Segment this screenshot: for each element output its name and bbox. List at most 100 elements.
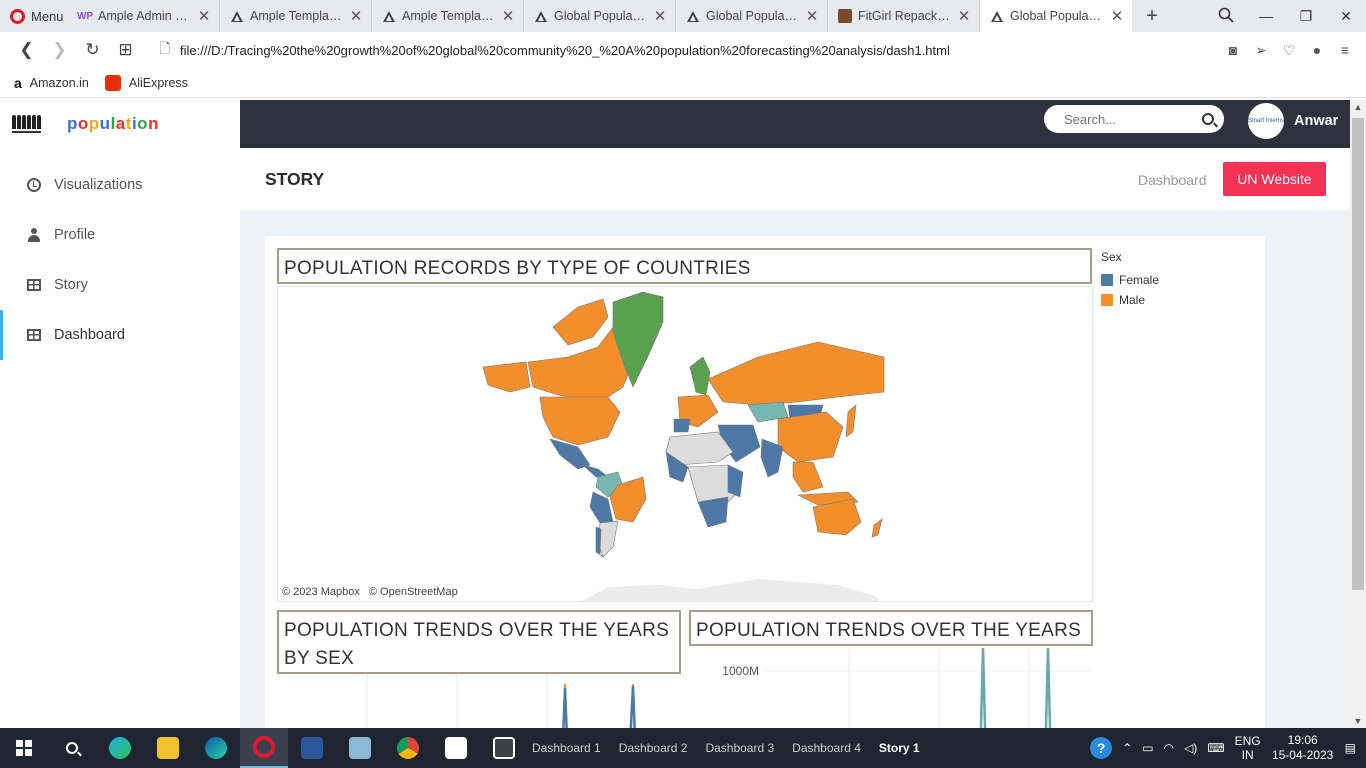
chrome-icon — [397, 737, 419, 759]
table-icon — [26, 329, 42, 341]
forward-icon[interactable]: ❯ — [43, 40, 76, 60]
send-icon[interactable]: ➢ — [1248, 42, 1274, 59]
browser-tab-active[interactable]: Global Population ✕ — [980, 0, 1132, 32]
legend-title: Sex — [1101, 250, 1122, 264]
user-menu[interactable]: Smart Interns Anwar — [1248, 103, 1338, 139]
taskbar-chrome[interactable] — [384, 728, 432, 768]
browser-tab[interactable]: FitGirl Repacks - The ✕ — [828, 0, 980, 32]
map-attribution[interactable]: © 2023 Mapbox © OpenStreetMap — [282, 586, 464, 598]
heart-icon[interactable]: ♡ — [1276, 42, 1302, 59]
page-title: STORY — [265, 169, 325, 189]
back-icon[interactable]: ❮ — [10, 40, 43, 60]
brand[interactable]: population — [0, 100, 240, 148]
close-icon[interactable]: ✕ — [197, 7, 211, 25]
world-map[interactable]: © 2023 Mapbox © OpenStreetMap — [277, 286, 1093, 602]
sidebar-item-label: Visualizations — [54, 177, 143, 193]
opera-menu-button[interactable]: Menu — [0, 0, 68, 32]
avatar: Smart Interns — [1248, 103, 1284, 139]
trend-chart[interactable]: 1000M800M — [689, 646, 1093, 728]
bookmark-amazon[interactable]: a Amazon.in — [14, 75, 89, 91]
volume-icon[interactable]: ◁) — [1184, 741, 1197, 755]
sheet-tab[interactable]: Dashboard 3 — [705, 741, 774, 755]
scrollbar-thumb[interactable] — [1352, 118, 1364, 590]
bookmark-aliexpress[interactable]: AliExpress — [104, 74, 188, 91]
taskbar-explorer[interactable] — [144, 728, 192, 768]
browser-tab[interactable]: Ample Template by ✕ — [220, 0, 372, 32]
legend-item-female[interactable]: Female — [1101, 270, 1159, 290]
map-region-japan — [845, 404, 857, 438]
sidebar-item-label: Dashboard — [54, 327, 125, 343]
taskbar-photos[interactable] — [480, 728, 528, 768]
sidebar-item-dashboard[interactable]: Dashboard — [0, 310, 240, 360]
sheet-tab[interactable]: Dashboard 4 — [792, 741, 861, 755]
sidebar-item-profile[interactable]: Profile — [0, 210, 240, 260]
osm-attribution[interactable]: © OpenStreetMap — [369, 586, 458, 598]
keyboard-icon[interactable]: ⌨ — [1207, 741, 1224, 755]
mapbox-attribution[interactable]: © 2023 Mapbox — [282, 586, 360, 598]
edge-icon — [109, 737, 131, 759]
bookmark-label: AliExpress — [128, 75, 188, 90]
sheet-tab-active[interactable]: Story 1 — [879, 741, 920, 755]
close-window-icon[interactable]: ✕ — [1326, 8, 1366, 25]
help-icon[interactable]: ? — [1090, 737, 1113, 759]
trend-by-sex-chart[interactable] — [277, 674, 681, 728]
close-icon[interactable]: ✕ — [653, 7, 667, 25]
speed-dial-icon[interactable]: ⊞ — [109, 40, 142, 60]
top-navbar: Smart Interns Anwar — [240, 100, 1350, 148]
map-region-spain — [673, 418, 691, 433]
taskbar-word[interactable] — [288, 728, 336, 768]
breadcrumb[interactable]: Dashboard — [1138, 172, 1207, 188]
close-icon[interactable]: ✕ — [1110, 7, 1124, 25]
sidebar-item-story[interactable]: Story — [0, 260, 240, 310]
browser-tab[interactable]: WP Ample Admin - Free ✕ — [68, 0, 220, 32]
browser-tab[interactable]: Ample Template by ✕ — [372, 0, 524, 32]
page-scrollbar[interactable]: ▲ ▼ — [1350, 100, 1366, 728]
triangle-icon — [990, 9, 1004, 23]
start-button[interactable] — [0, 740, 48, 756]
profile-icon[interactable]: ● — [1304, 42, 1330, 58]
search-icon[interactable] — [1202, 113, 1214, 125]
taskbar-app[interactable] — [336, 728, 384, 768]
restore-icon[interactable]: ❐ — [1286, 8, 1326, 25]
wifi-icon[interactable]: ◠ — [1164, 741, 1174, 755]
notifications-icon[interactable]: ▤ — [1345, 741, 1356, 755]
scroll-up-icon[interactable]: ▲ — [1350, 102, 1366, 112]
search-input[interactable] — [1064, 111, 1202, 127]
opera-logo-icon — [10, 8, 25, 24]
sidebar-item-visualizations[interactable]: Visualizations — [0, 160, 240, 210]
taskbar-edge-2[interactable] — [192, 728, 240, 768]
username: Anwar — [1294, 113, 1339, 129]
chevron-up-icon[interactable]: ⌃ — [1122, 741, 1132, 755]
swatch-male — [1101, 294, 1113, 306]
camera-icon[interactable]: ◙ — [1220, 42, 1246, 58]
tab-title: Ample Admin - Free — [98, 9, 191, 23]
legend-item-male[interactable]: Male — [1101, 290, 1159, 310]
reload-icon[interactable]: ↻ — [76, 40, 109, 60]
map-region-se-asia — [792, 461, 824, 493]
browser-tab[interactable]: Global Population ✕ — [524, 0, 676, 32]
language-indicator[interactable]: ENG IN — [1235, 734, 1261, 762]
taskbar-tableau[interactable] — [432, 728, 480, 768]
minimize-icon[interactable]: — — [1246, 8, 1286, 24]
clock[interactable]: 19:06 15-04-2023 — [1271, 733, 1335, 763]
taskbar-search-button[interactable] — [48, 742, 96, 754]
amazon-icon: a — [14, 74, 22, 91]
taskbar-opera[interactable] — [240, 728, 288, 768]
close-icon[interactable]: ✕ — [501, 7, 515, 25]
sheet-tab[interactable]: Dashboard 1 — [532, 741, 601, 755]
un-website-button[interactable]: UN Website — [1223, 162, 1326, 196]
browser-tab[interactable]: Global Population ✕ — [676, 0, 828, 32]
network-icon[interactable]: ▭ — [1142, 741, 1153, 755]
tab-search-icon[interactable] — [1206, 7, 1246, 26]
search-box[interactable] — [1044, 105, 1224, 133]
close-icon[interactable]: ✕ — [957, 7, 971, 25]
close-icon[interactable]: ✕ — [349, 7, 363, 25]
url-field[interactable]: file:///D:/Tracing%20the%20growth%20of%2… — [180, 43, 1220, 58]
sheet-tab[interactable]: Dashboard 2 — [619, 741, 688, 755]
new-tab-button[interactable]: + — [1132, 0, 1172, 32]
scroll-down-icon[interactable]: ▼ — [1350, 716, 1366, 726]
easy-setup-icon[interactable]: ≡ — [1332, 42, 1358, 58]
taskbar-edge[interactable] — [96, 728, 144, 768]
map-region-scandinavia — [689, 356, 711, 396]
close-icon[interactable]: ✕ — [805, 7, 819, 25]
